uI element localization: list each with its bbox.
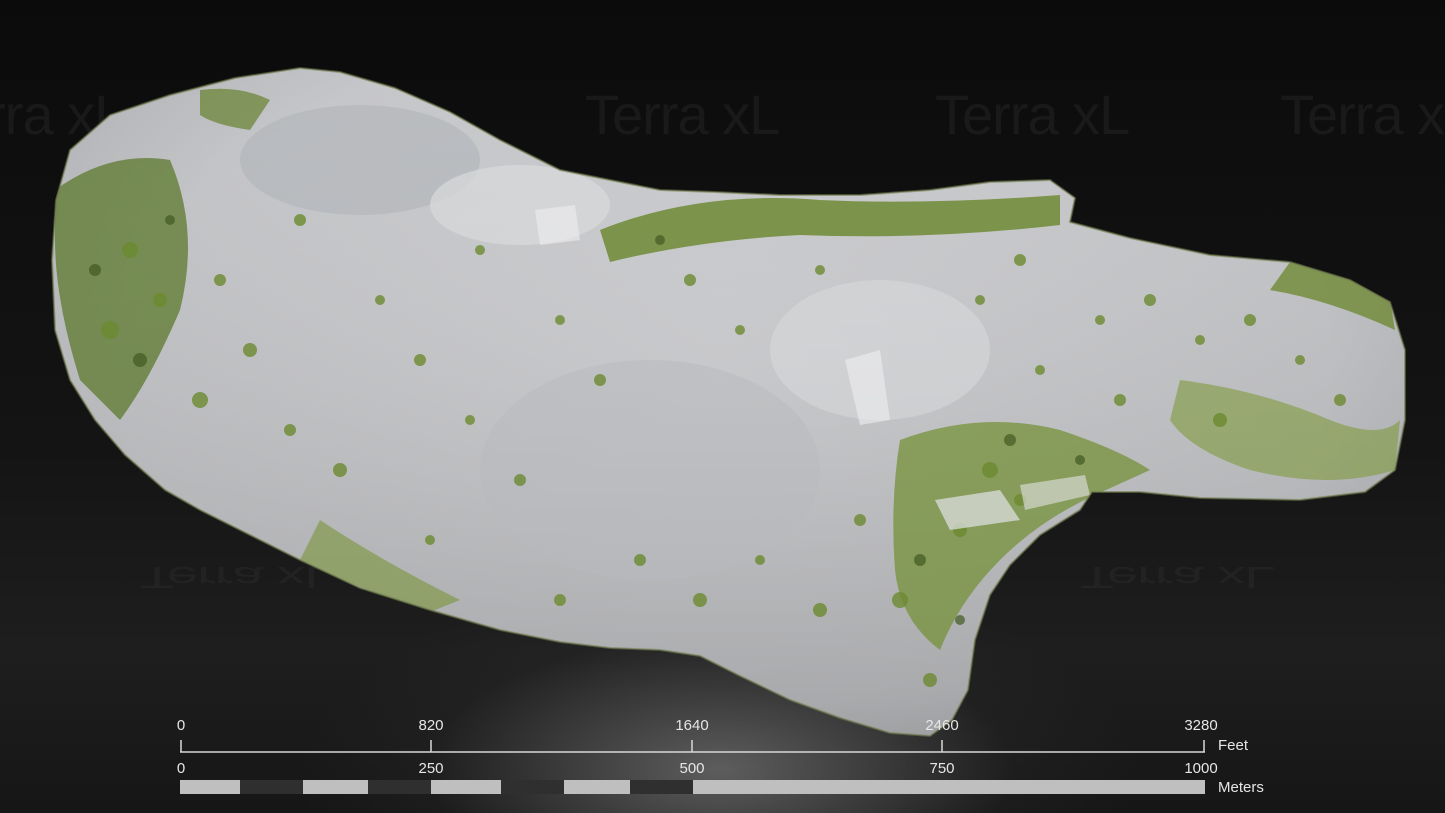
map-viewport: Terra xL Terra xL Terra xL Terra xL Terr…	[0, 0, 1445, 813]
scale-bar-graphic	[180, 740, 1205, 794]
feet-tick-label: 2460	[925, 717, 959, 734]
meters-scale-bar	[180, 780, 1205, 794]
meters-unit-label: Meters	[1218, 779, 1264, 796]
feet-tick-label: 820	[418, 717, 444, 734]
feet-unit-label: Feet	[1218, 737, 1249, 754]
feet-tick-label: 0	[176, 717, 186, 734]
meters-tick-label: 250	[418, 760, 444, 777]
meters-tick-label: 1000	[1184, 760, 1218, 777]
meters-tick-label: 0	[176, 760, 186, 777]
meters-tick-label: 750	[929, 760, 955, 777]
meters-tick-label: 500	[679, 760, 705, 777]
feet-tick-label: 3280	[1184, 717, 1218, 734]
feet-tick-label: 1640	[675, 717, 709, 734]
